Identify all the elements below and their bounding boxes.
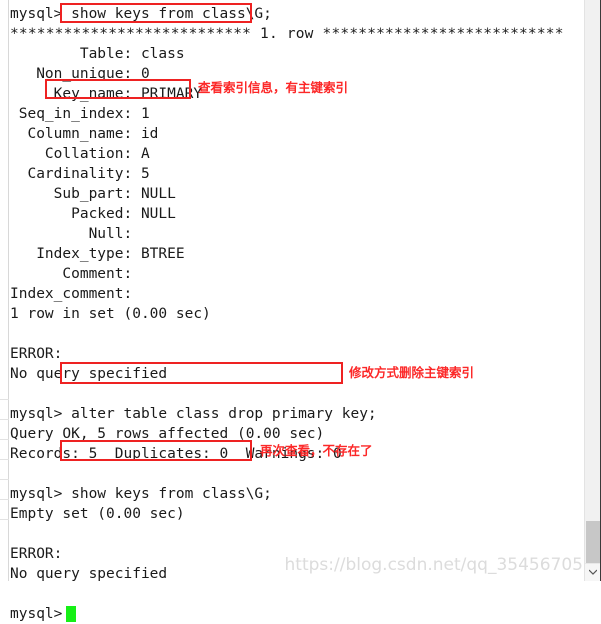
terminal-line-command-alter-table: mysql> alter table class drop primary ke… [10,406,377,422]
terminal-line-table: Table: class [10,46,185,62]
terminal-line-cardinality: Cardinality: 5 [10,166,150,182]
terminal-line-row-separator: *************************** 1. row *****… [10,26,564,42]
terminal-line-sub-part: Sub_part: NULL [10,186,176,202]
scrollbar-track[interactable] [585,0,601,564]
terminal-line-command-show-keys-1: mysql> show keys from class\G; [10,6,272,22]
terminal-line-seq-in-index: Seq_in_index: 1 [10,106,150,122]
gutter-tick [0,519,9,520]
scrollbar-down-button[interactable] [585,563,601,581]
terminal-line-key-name: Key_name: PRIMARY [10,86,203,102]
terminal-line-index-comment: Index_comment: [10,286,133,302]
terminal-cursor [66,606,77,622]
terminal-line-packed: Packed: NULL [10,206,176,222]
terminal-line-column-name: Column_name: id [10,126,159,142]
terminal-line-command-show-keys-2: mysql> show keys from class\G; [10,486,272,502]
terminal-line-no-query-1: No query specified [10,366,168,382]
annotation-view-index-info: 查看索引信息，有主键索引 [198,80,349,95]
terminal-line-null: Null: [10,226,133,242]
terminal-line-error-1: ERROR: [10,346,63,362]
gutter-tick [0,399,9,400]
terminal-line-empty-set: Empty set (0.00 sec) [10,506,185,522]
gutter-tick [0,499,9,500]
annotation-check-again-gone: 再次查看，不存在了 [260,443,373,458]
annotation-drop-primary-key: 修改方式删除主键索引 [349,365,475,380]
terminal-line-no-query-2: No query specified [10,566,168,582]
terminal-line-collation: Collation: A [10,146,150,162]
vertical-scrollbar[interactable] [584,0,601,581]
chevron-down-icon [585,569,601,575]
terminal-line-index-type: Index_type: BTREE [10,246,185,262]
gutter-tick [0,439,9,440]
gutter-tick [0,459,9,460]
terminal-line-comment: Comment: [10,266,133,282]
watermark: https://blog.csdn.net/qq_35456705 [284,555,583,575]
scrollbar-thumb[interactable] [586,521,600,564]
terminal-line-non-unique: Non_unique: 0 [10,66,150,82]
terminal-line-error-2: ERROR: [10,546,63,562]
terminal-line-query-ok: Query OK, 5 rows affected (0.00 sec) [10,426,325,442]
gutter-tick [0,419,9,420]
gutter-rule [8,0,9,581]
terminal-window: mysql> show keys from class\G; *********… [0,0,601,622]
gutter-tick [0,479,9,480]
terminal-line-row-count: 1 row in set (0.00 sec) [10,306,211,322]
terminal-line-prompt: mysql> [10,606,63,622]
